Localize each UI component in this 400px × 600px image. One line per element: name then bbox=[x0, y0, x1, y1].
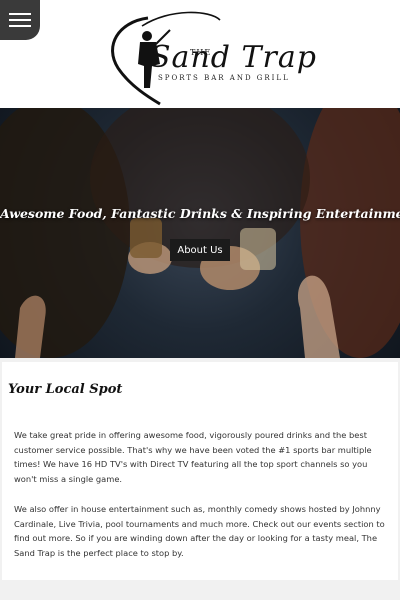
logo-subtitle: SPORTS BAR AND GRILL bbox=[158, 74, 290, 82]
section-paragraph: We take great pride in offering awesome … bbox=[14, 430, 372, 484]
hero-tagline: Awesome Food, Fantastic Drinks & Inspiri… bbox=[0, 206, 400, 221]
menu-bar bbox=[9, 13, 31, 15]
logo-title[interactable]: Sand Trap bbox=[150, 40, 317, 75]
menu-bar bbox=[9, 25, 31, 27]
people-toasting-drinks-photo bbox=[0, 108, 400, 358]
local-spot-section: Your Local Spot We take great pride in o… bbox=[2, 362, 398, 580]
about-us-button[interactable]: About Us bbox=[170, 239, 230, 261]
menu-bar bbox=[9, 19, 31, 21]
site-header: THE Sand Trap SPORTS BAR AND GRILL bbox=[0, 0, 400, 108]
hero-banner: Awesome Food, Fantastic Drinks & Inspiri… bbox=[0, 108, 400, 358]
section-paragraph: We also offer in house entertainment suc… bbox=[14, 504, 385, 558]
hamburger-menu-icon[interactable] bbox=[0, 0, 40, 40]
section-heading: Your Local Spot bbox=[8, 382, 123, 397]
